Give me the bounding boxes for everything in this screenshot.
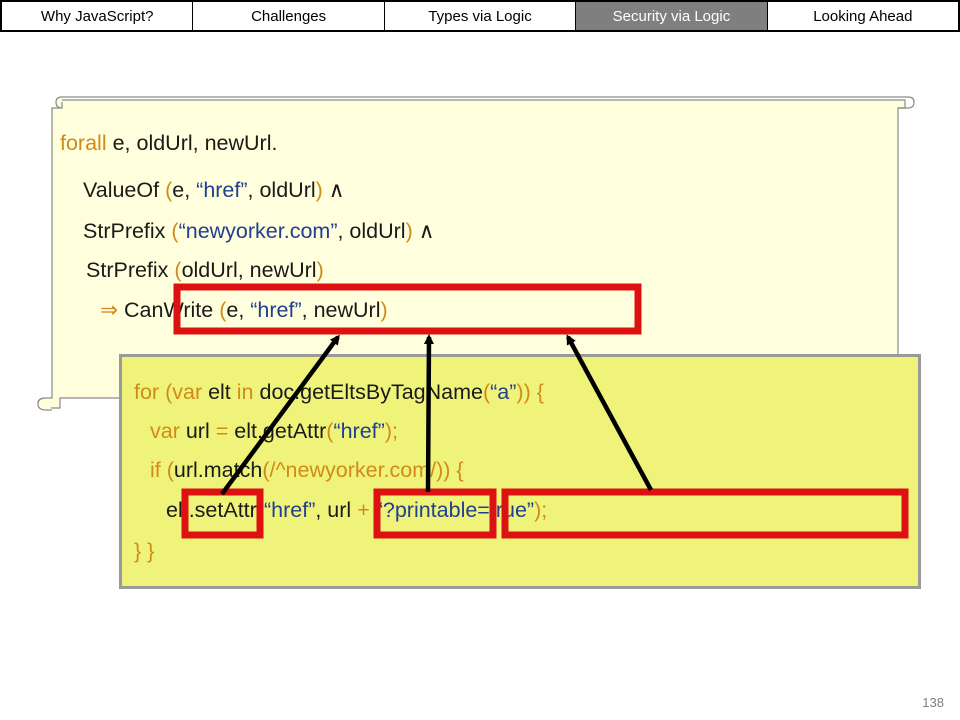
code-panel: for (var elt in doc.getEltsByTagName(“a”… — [119, 354, 921, 589]
formula-line-forall: forall e, oldUrl, newUrl. — [60, 131, 278, 155]
code-line-close: } } — [134, 539, 155, 563]
formula-line-strprefix-2: StrPrefix (oldUrl, newUrl) — [86, 258, 324, 282]
code-line-if: if (url.match(/^newyorker.com/)) { — [150, 458, 464, 482]
code-line-setattr: elt.setAttr(“href”, url + “?printable=tr… — [166, 498, 548, 522]
code-line-for: for (var elt in doc.getEltsByTagName(“a”… — [134, 380, 544, 404]
code-line-var: var url = elt.getAttr(“href”); — [150, 419, 398, 443]
page-number: 138 — [922, 695, 944, 710]
formula-line-valueof: ValueOf (e, “href”, oldUrl) ∧ — [83, 178, 345, 202]
formula-line-canwrite: ⇒ CanWrite (e, “href”, newUrl) — [100, 298, 388, 322]
implies-symbol: ⇒ — [100, 298, 124, 322]
formula-block: forall e, oldUrl, newUrl. ValueOf (e, “h… — [0, 0, 434, 322]
formula-line-strprefix-1: StrPrefix (“newyorker.com”, oldUrl) ∧ — [83, 219, 435, 243]
